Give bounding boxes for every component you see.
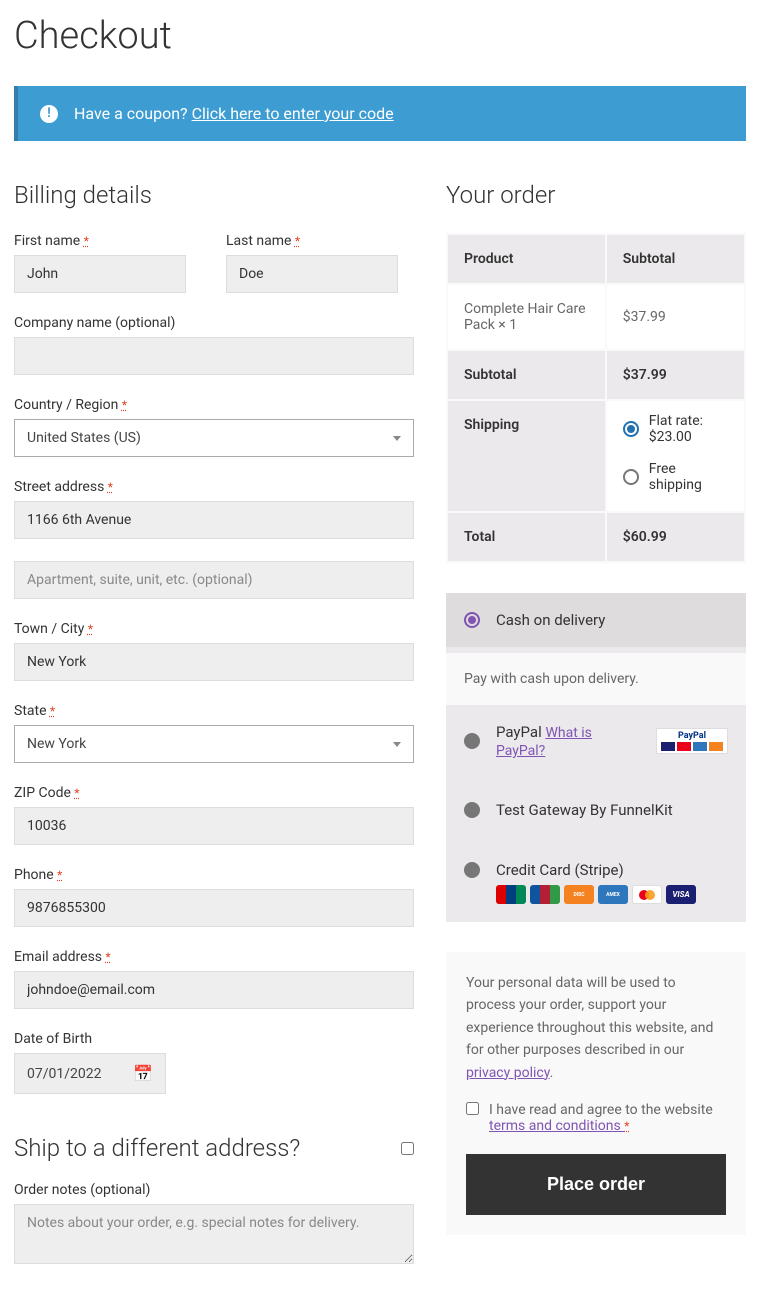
- chevron-down-icon: [393, 436, 401, 441]
- terms-agree[interactable]: I have read and agree to the website ter…: [466, 1102, 726, 1134]
- order-notes-label: Order notes (optional): [14, 1182, 414, 1198]
- payment-stripe-radio[interactable]: [464, 862, 480, 878]
- zip-field[interactable]: [14, 807, 414, 845]
- col-subtotal: Subtotal: [607, 235, 744, 283]
- country-select[interactable]: United States (US): [14, 419, 414, 457]
- terms-conditions-link[interactable]: terms and conditions: [489, 1118, 624, 1134]
- payment-paypal[interactable]: PayPal What is PayPal? PayPal: [446, 705, 746, 777]
- visa-icon: VISA: [666, 885, 696, 904]
- place-order-button[interactable]: Place order: [466, 1154, 726, 1215]
- jcb-icon: [530, 885, 560, 904]
- payment-paypal-radio[interactable]: [464, 733, 480, 749]
- info-icon: !: [40, 105, 58, 123]
- shipping-free-radio[interactable]: [623, 469, 639, 485]
- page-title: Checkout: [14, 14, 746, 58]
- phone-label: Phone *: [14, 867, 414, 883]
- calendar-icon: 📅: [133, 1064, 153, 1083]
- payment-cod[interactable]: Cash on delivery: [446, 593, 746, 647]
- ship-diff-heading: Ship to a different address?: [14, 1134, 300, 1162]
- coupon-link[interactable]: Click here to enter your code: [192, 104, 394, 123]
- last-name-label: Last name *: [226, 233, 398, 249]
- state-select[interactable]: New York: [14, 725, 414, 763]
- billing-heading: Billing details: [14, 181, 414, 209]
- shipping-flat-rate-option[interactable]: Flat rate: $23.00: [623, 413, 728, 445]
- city-field[interactable]: [14, 643, 414, 681]
- payment-stripe[interactable]: Credit Card (Stripe) DISC AMEX VISA: [446, 843, 746, 922]
- mastercard-icon: [632, 885, 662, 904]
- order-heading: Your order: [446, 181, 746, 209]
- chevron-down-icon: [393, 742, 401, 747]
- card-icons: DISC AMEX VISA: [496, 885, 696, 904]
- coupon-banner: ! Have a coupon? Click here to enter you…: [14, 86, 746, 141]
- privacy-text: Your personal data will be used to proce…: [466, 972, 726, 1084]
- city-label: Town / City *: [14, 621, 414, 637]
- first-name-field[interactable]: [14, 255, 186, 293]
- order-product-row: Complete Hair Care Pack × 1 $37.99: [448, 285, 744, 349]
- order-total-row: Total $60.99: [448, 513, 744, 561]
- street1-field[interactable]: [14, 501, 414, 539]
- first-name-label: First name *: [14, 233, 186, 249]
- email-field[interactable]: [14, 971, 414, 1009]
- amex-icon: AMEX: [598, 885, 628, 904]
- privacy-policy-link[interactable]: privacy policy: [466, 1065, 550, 1081]
- order-subtotal-row: Subtotal $37.99: [448, 351, 744, 399]
- coupon-prompt: Have a coupon?: [74, 104, 192, 123]
- last-name-field[interactable]: [226, 255, 398, 293]
- col-product: Product: [448, 235, 605, 283]
- terms-section: Your personal data will be used to proce…: [446, 952, 746, 1235]
- payment-cod-desc: Pay with cash upon delivery.: [446, 653, 746, 705]
- unionpay-icon: [496, 885, 526, 904]
- terms-checkbox[interactable]: [466, 1102, 479, 1115]
- email-label: Email address *: [14, 949, 414, 965]
- shipping-free-option[interactable]: Free shipping: [623, 461, 728, 493]
- street2-field[interactable]: [14, 561, 414, 599]
- zip-label: ZIP Code *: [14, 785, 414, 801]
- paypal-logo-icon: PayPal: [656, 728, 728, 754]
- ship-diff-checkbox[interactable]: [401, 1142, 414, 1155]
- shipping-flat-radio[interactable]: [623, 421, 639, 437]
- country-label: Country / Region *: [14, 397, 414, 413]
- order-notes-field[interactable]: [14, 1204, 414, 1264]
- order-shipping-row: Shipping Flat rate: $23.00 Free shipping: [448, 401, 744, 511]
- order-summary: Product Subtotal Complete Hair Care Pack…: [446, 233, 746, 563]
- payment-funnelkit-radio[interactable]: [464, 802, 480, 818]
- company-label: Company name (optional): [14, 315, 414, 331]
- discover-icon: DISC: [564, 885, 594, 904]
- state-label: State *: [14, 703, 414, 719]
- payment-funnelkit[interactable]: Test Gateway By FunnelKit: [446, 783, 746, 837]
- phone-field[interactable]: [14, 889, 414, 927]
- company-field[interactable]: [14, 337, 414, 375]
- dob-field[interactable]: 07/01/2022 📅: [14, 1053, 166, 1094]
- payment-methods: Cash on delivery Pay with cash upon deli…: [446, 593, 746, 922]
- payment-cod-radio[interactable]: [464, 612, 480, 628]
- street-label: Street address *: [14, 479, 414, 495]
- dob-label: Date of Birth: [14, 1031, 414, 1047]
